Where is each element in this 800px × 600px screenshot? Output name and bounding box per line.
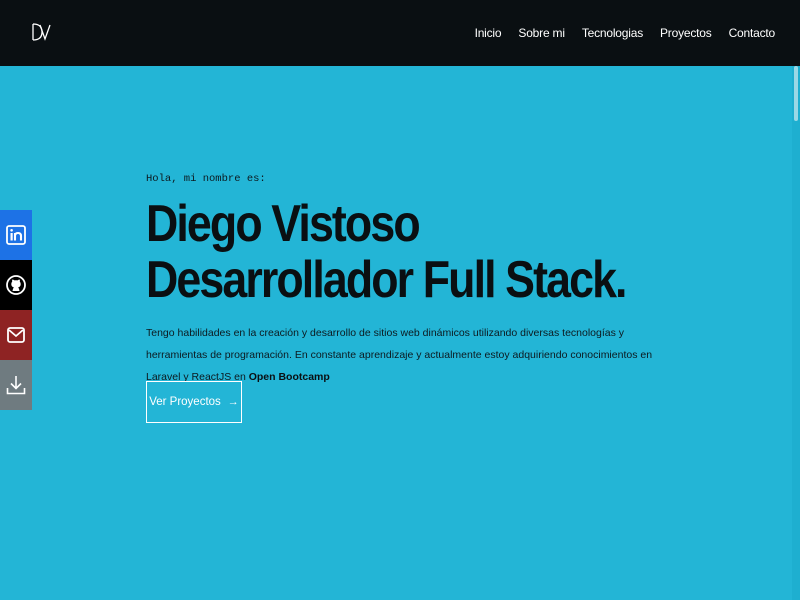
view-projects-button[interactable]: Ver Proyectos → xyxy=(146,381,242,423)
email-icon xyxy=(7,327,25,343)
hero-description-text: Tengo habilidades en la creación y desar… xyxy=(146,327,653,383)
hero-description-highlight: Open Bootcamp xyxy=(248,371,330,383)
cta-label: Ver Proyectos xyxy=(149,396,221,408)
nav-link-contacto[interactable]: Contacto xyxy=(729,26,776,40)
hero-greeting: Hola, mi nombre es: xyxy=(146,173,266,185)
social-bar xyxy=(0,210,32,410)
download-icon xyxy=(6,376,26,395)
github-button[interactable] xyxy=(0,260,32,310)
arrow-right-icon: → xyxy=(227,396,239,408)
scrollbar[interactable] xyxy=(792,66,800,600)
nav-link-tecnologias[interactable]: Tecnologias xyxy=(582,26,643,40)
scrollbar-thumb[interactable] xyxy=(794,66,798,121)
hero-name: Diego Vistoso xyxy=(146,195,421,253)
linkedin-icon xyxy=(6,225,26,245)
download-button[interactable] xyxy=(0,360,32,410)
hero-description: Tengo habilidades en la creación y desar… xyxy=(146,322,666,388)
linkedin-button[interactable] xyxy=(0,210,32,260)
navbar: Inicio Sobre mi Tecnologias Proyectos Co… xyxy=(0,0,800,66)
github-icon xyxy=(6,275,26,295)
nav-menu: Inicio Sobre mi Tecnologias Proyectos Co… xyxy=(458,0,776,66)
logo-icon[interactable] xyxy=(30,21,52,43)
nav-link-proyectos[interactable]: Proyectos xyxy=(660,26,712,40)
email-button[interactable] xyxy=(0,310,32,360)
hero-role: Desarrollador Full Stack. xyxy=(146,251,627,309)
hero-section: Hola, mi nombre es: Diego Vistoso Desarr… xyxy=(146,172,706,388)
nav-link-inicio[interactable]: Inicio xyxy=(475,26,502,40)
nav-link-sobre-mi[interactable]: Sobre mi xyxy=(518,26,565,40)
